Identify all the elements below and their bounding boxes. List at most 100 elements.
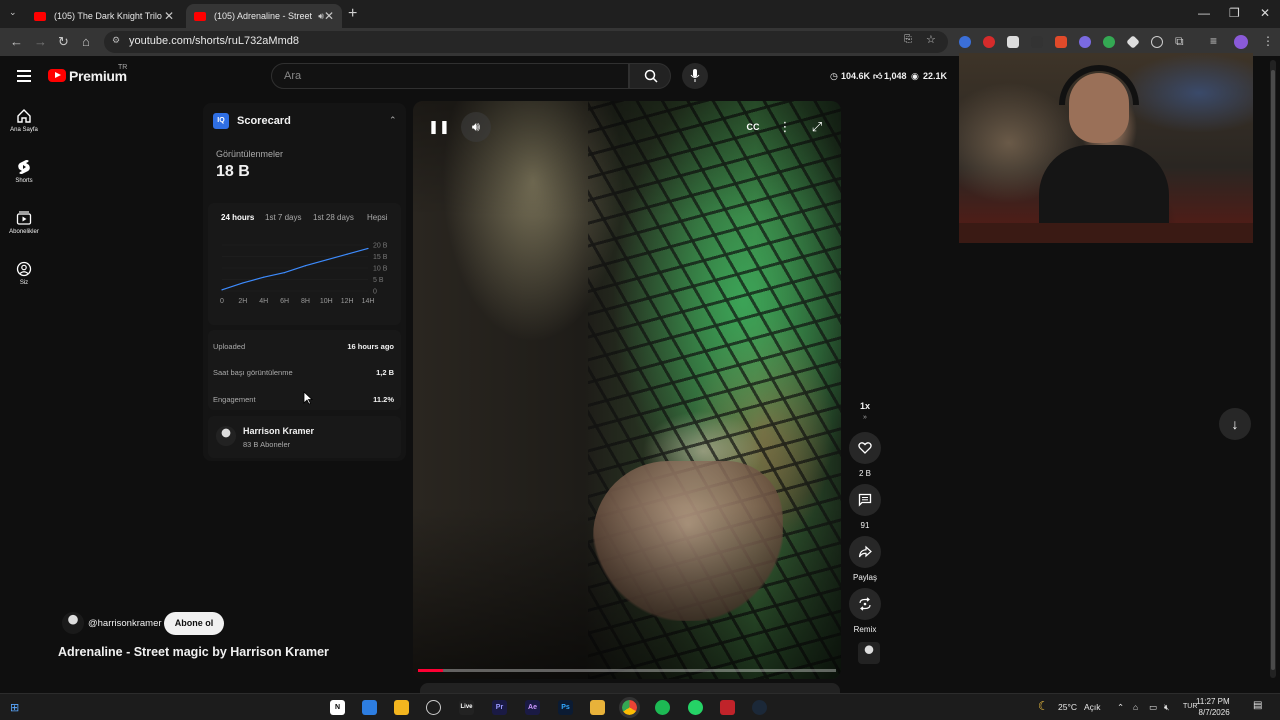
extension-icon[interactable]	[1079, 36, 1091, 48]
network-icon[interactable]: ▭	[1149, 702, 1157, 713]
notion-icon[interactable]: N	[330, 700, 345, 715]
close-tab-icon[interactable]: ✕	[324, 9, 334, 23]
tray-app-icon[interactable]: ⌂	[1133, 702, 1138, 712]
webcam-desk	[959, 223, 1253, 243]
search-button[interactable]	[629, 63, 671, 89]
scrollbar-thumb[interactable]	[1271, 70, 1275, 670]
minimize-button[interactable]: —	[1198, 6, 1210, 20]
install-app-icon[interactable]: ⎘	[904, 34, 912, 45]
nav-home[interactable]: Ana Sayfa	[0, 108, 48, 133]
channel-name[interactable]: Harrison Kramer	[243, 426, 314, 436]
youtube-logo-icon[interactable]	[48, 69, 66, 82]
extension-icon[interactable]	[959, 36, 971, 48]
voice-search-button[interactable]	[682, 63, 708, 89]
like-count: 2 B	[858, 469, 871, 478]
nav-shorts[interactable]: Shorts	[0, 159, 48, 184]
fullscreen-icon[interactable]: ⤢	[802, 112, 832, 142]
forward-icon[interactable]: →	[34, 34, 47, 49]
extension-icon[interactable]	[983, 36, 995, 48]
video-title[interactable]: Adrenaline - Street magic by Harrison Kr…	[58, 645, 329, 659]
system-clock[interactable]: 11:27 PM 8/7/2026	[1196, 696, 1230, 718]
range-24-hours[interactable]: 24 hours	[221, 213, 254, 222]
playback-speed-label: 1x	[859, 401, 870, 411]
reload-icon[interactable]: ↻	[58, 34, 69, 50]
remix-button[interactable]: Remix	[849, 588, 881, 634]
extension-icon[interactable]	[1055, 36, 1067, 48]
nav-subscriptions[interactable]: Abonelikler	[0, 210, 48, 235]
range-first-7-days[interactable]: 1st 7 days	[265, 213, 301, 222]
bookmark-star-icon[interactable]: ☆	[926, 33, 936, 46]
windows-start-icon[interactable]: ⊞	[10, 701, 19, 714]
captions-icon[interactable]: CC	[738, 112, 768, 142]
close-window-button[interactable]: ✕	[1260, 6, 1270, 20]
new-tab-button[interactable]: +	[348, 5, 357, 23]
spotify-icon[interactable]	[655, 700, 670, 715]
profile-avatar[interactable]	[1234, 35, 1248, 49]
pause-icon[interactable]: ❚❚	[424, 112, 454, 142]
nav-you[interactable]: Siz	[0, 261, 48, 286]
whatsapp-icon[interactable]	[688, 700, 703, 715]
notes-icon[interactable]	[394, 700, 409, 715]
views-data-point	[221, 289, 223, 291]
stat-views: 22.1K	[923, 71, 948, 81]
nav-subscriptions-label: Abonelikler	[9, 229, 39, 235]
chevron-up-icon[interactable]: ⌃	[389, 115, 397, 126]
menu-hamburger-icon[interactable]	[17, 70, 31, 85]
playback-speed-button[interactable]: 1x »	[849, 396, 881, 421]
history-icon[interactable]	[1151, 36, 1163, 48]
clock-date: 8/7/2026	[1198, 708, 1230, 717]
shorts-video-player[interactable]: ❚❚ 🔊︎ CC ⋮ ⤢	[413, 101, 841, 679]
range-first-28-days[interactable]: 1st 28 days	[313, 213, 354, 222]
more-options-icon[interactable]: ⋮	[770, 112, 800, 142]
x-tick-label: 8H	[301, 298, 310, 305]
back-icon[interactable]: ←	[10, 34, 23, 49]
scorecard-channel[interactable]: Harrison Kramer 83 B Aboneler	[208, 416, 401, 458]
voicemeeter-icon[interactable]	[720, 700, 735, 715]
tray-chevron-icon[interactable]: ⌃	[1117, 702, 1124, 713]
browser-menu-icon[interactable]: ⋮	[1262, 34, 1274, 48]
tab-search-icon[interactable]: ⌄	[9, 7, 17, 18]
close-tab-icon[interactable]: ✕	[164, 9, 174, 23]
premiere-pro-icon[interactable]: Pr	[492, 700, 507, 715]
video-progress-bar[interactable]	[418, 669, 836, 672]
ableton-live-icon[interactable]: Live	[459, 700, 474, 715]
file-explorer-icon[interactable]	[590, 700, 605, 715]
notification-icon[interactable]: ▤	[1253, 700, 1262, 711]
weather-desc[interactable]: Açık	[1084, 702, 1101, 712]
chrome-icon[interactable]	[619, 697, 640, 718]
weather-temp[interactable]: 25°C	[1058, 702, 1077, 712]
reading-list-icon[interactable]: ≡	[1210, 34, 1217, 48]
extension-icon[interactable]	[1126, 35, 1140, 49]
channel-avatar[interactable]	[62, 612, 84, 634]
tab-adrenaline[interactable]: (105) Adrenaline - Street m 🔊︎ ✕	[186, 4, 342, 28]
obs-icon[interactable]	[426, 700, 441, 715]
channel-avatar[interactable]	[216, 426, 236, 446]
search-input[interactable]: Ara	[271, 63, 629, 89]
sound-source-thumbnail[interactable]	[858, 642, 880, 664]
site-settings-icon[interactable]: ⚙	[112, 35, 120, 46]
steam-icon[interactable]	[752, 700, 767, 715]
after-effects-icon[interactable]: Ae	[525, 700, 540, 715]
views-data-point	[367, 247, 369, 250]
range-all[interactable]: Hepsi	[367, 213, 387, 222]
extensions-puzzle-icon[interactable]: ⧉	[1175, 34, 1184, 49]
home-icon[interactable]: ⌂	[82, 34, 90, 49]
subscribe-button[interactable]: Abone ol	[164, 612, 224, 635]
next-short-preview[interactable]	[420, 683, 840, 693]
comment-button[interactable]: 91	[849, 484, 881, 530]
volume-icon[interactable]: 🔊︎	[461, 112, 491, 142]
tab-dark-knight[interactable]: (105) The Dark Knight Trilogy - ✕	[26, 4, 182, 28]
notion-extension-icon[interactable]	[1007, 36, 1019, 48]
y-tick-label: 0	[373, 289, 377, 296]
address-bar[interactable]: ⚙ youtube.com/shorts/ruL732aMmd8 ⎘ ☆	[104, 31, 948, 53]
channel-handle[interactable]: @harrisonkramer	[88, 618, 162, 629]
share-button[interactable]: Paylaş	[849, 536, 881, 582]
extension-icon[interactable]	[1103, 36, 1115, 48]
next-video-button[interactable]: ↓	[1219, 408, 1251, 440]
photoshop-icon[interactable]: Ps	[558, 700, 573, 715]
like-button[interactable]: 2 B	[849, 432, 881, 478]
restore-button[interactable]: ❐	[1229, 6, 1240, 20]
extension-icon[interactable]	[1031, 36, 1043, 48]
speaker-muted-icon[interactable]: 🔇︎	[1164, 702, 1169, 713]
app-icon[interactable]	[362, 700, 377, 715]
